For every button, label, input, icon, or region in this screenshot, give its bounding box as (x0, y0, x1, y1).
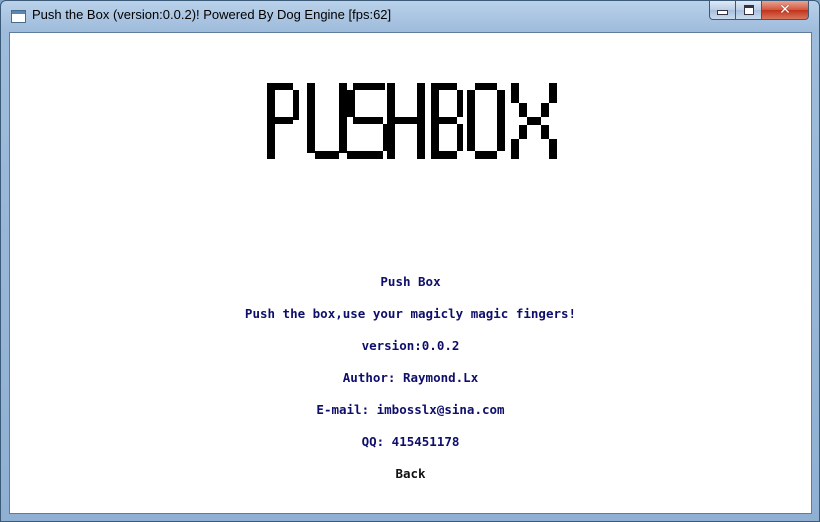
title-bar[interactable]: Push the Box (version:0.0.2)! Powered By… (1, 1, 819, 32)
minimize-icon (717, 10, 728, 15)
email-text: E-mail: imbosslx@sina.com (316, 402, 505, 417)
pushbox-logo-graphic (267, 83, 557, 159)
qq-text: QQ: 415451178 (361, 434, 460, 449)
game-canvas[interactable]: Push Box Push the box,use your magicly m… (9, 32, 812, 514)
version-text: version:0.0.2 (361, 338, 460, 353)
close-button[interactable]: ✕ (761, 1, 809, 20)
game-window: Push the Box (version:0.0.2)! Powered By… (0, 0, 820, 522)
minimize-button[interactable] (709, 1, 736, 20)
app-icon[interactable] (11, 10, 26, 23)
game-name-text: Push Box (380, 274, 441, 289)
pushbox-logo (259, 81, 559, 161)
author-text: Author: Raymond.Lx (342, 370, 479, 385)
close-icon: ✕ (779, 2, 791, 18)
back-button[interactable]: Back (10, 466, 811, 481)
window-title: Push the Box (version:0.0.2)! Powered By… (32, 7, 392, 22)
maximize-icon (743, 5, 754, 15)
tagline-text: Push the box,use your magicly magic fing… (244, 306, 577, 321)
maximize-button[interactable] (735, 1, 762, 20)
